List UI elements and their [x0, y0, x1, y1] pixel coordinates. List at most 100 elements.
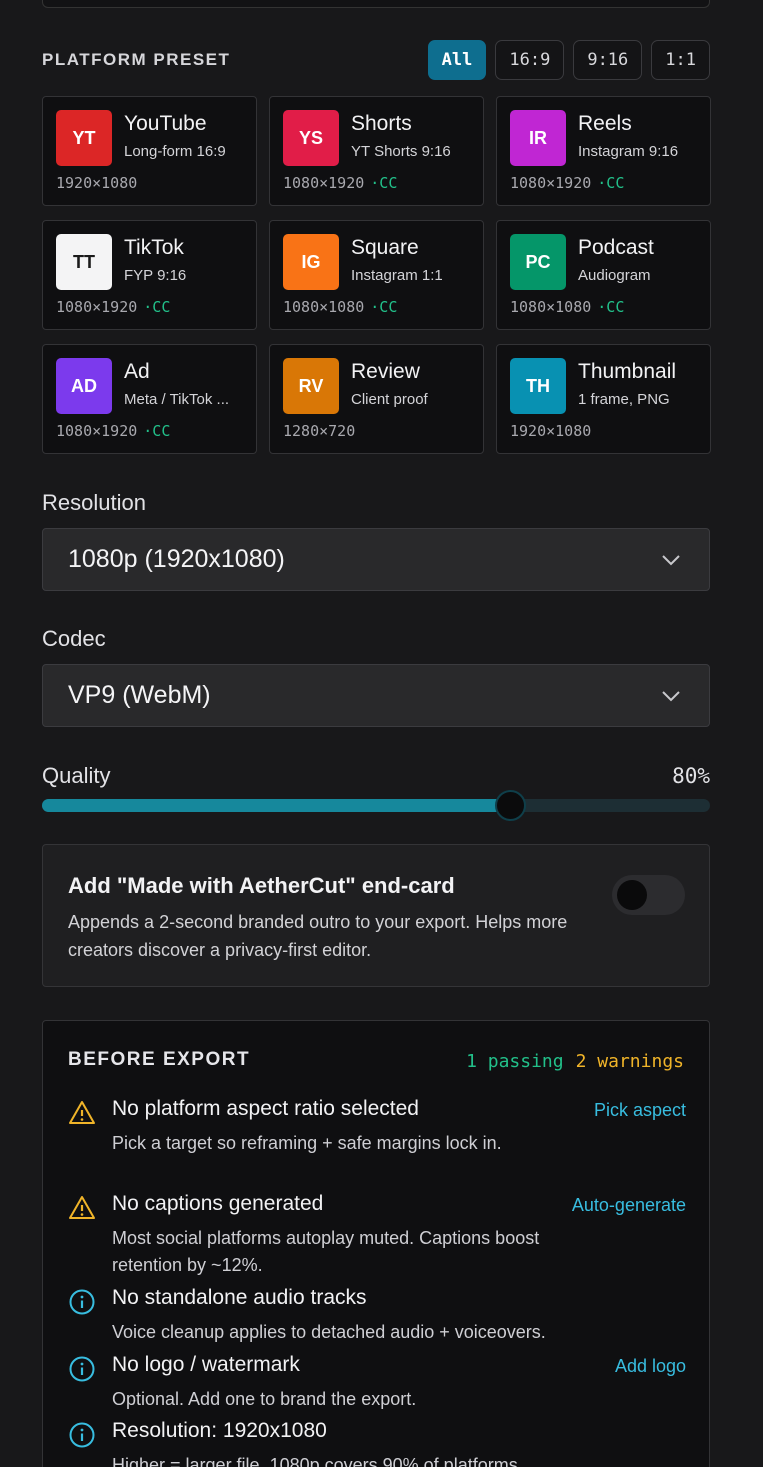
- preset-resolution: 1080×1080 ·CC: [283, 298, 397, 316]
- preset-title: Reels: [578, 112, 632, 135]
- preset-resolution: 1080×1920 ·CC: [56, 298, 170, 316]
- preset-subtitle: Instagram 1:1: [351, 267, 443, 284]
- auto-generate-link[interactable]: Auto-generate: [572, 1195, 686, 1216]
- platform-preset-title: PLATFORM PRESET: [42, 50, 231, 69]
- preset-badge: YT: [56, 110, 112, 166]
- preset-badge: IR: [510, 110, 566, 166]
- preset-resolution: 1080×1080 ·CC: [510, 298, 624, 316]
- preset-title: Review: [351, 360, 420, 383]
- check-title: No standalone audio tracks: [112, 1286, 367, 1309]
- check-title: No platform aspect ratio selected: [112, 1097, 419, 1120]
- endcard-description: Appends a 2-second branded outro to your…: [68, 912, 568, 960]
- preset-subtitle: Client proof: [351, 391, 428, 408]
- preset-card-podcast[interactable]: PC Podcast Audiogram 1080×1080 ·CC: [496, 220, 711, 330]
- preset-badge: RV: [283, 358, 339, 414]
- captions-tag: ·CC: [597, 298, 625, 316]
- add-logo-link[interactable]: Add logo: [615, 1356, 686, 1377]
- preset-title: Shorts: [351, 112, 412, 135]
- preset-resolution: 1280×720: [283, 422, 361, 440]
- preset-subtitle: Meta / TikTok ...: [124, 391, 230, 408]
- preset-title: YouTube: [124, 112, 207, 135]
- endcard-option: Add "Made with AetherCut" end-card Appen…: [42, 844, 710, 987]
- preset-card-shorts[interactable]: YS Shorts YT Shorts 9:16 1080×1920 ·CC: [269, 96, 484, 206]
- preset-badge: TT: [56, 234, 112, 290]
- preset-badge: YS: [283, 110, 339, 166]
- passing-count: 1 passing: [466, 1051, 564, 1072]
- info-icon: [69, 1289, 95, 1315]
- before-export-title: BEFORE EXPORT: [68, 1049, 251, 1070]
- captions-tag: ·CC: [370, 174, 398, 192]
- preset-res-value: 1080×1920: [510, 174, 592, 192]
- chevron-down-icon: [662, 554, 680, 565]
- filter-9-16[interactable]: 9:16: [573, 40, 643, 80]
- preset-card-review[interactable]: RV Review Client proof 1280×720: [269, 344, 484, 454]
- check-title: Resolution: 1920x1080: [112, 1419, 327, 1442]
- preset-res-value: 1280×720: [283, 422, 356, 440]
- warnings-count: 2 warnings: [575, 1051, 684, 1072]
- quality-label: Quality: [42, 763, 111, 788]
- preset-res-value: 1920×1080: [510, 422, 592, 440]
- preset-res-value: 1080×1920: [56, 422, 138, 440]
- platform-preset-header: PLATFORM PRESET All 16:9 9:16 1:1: [42, 40, 710, 80]
- codec-label: Codec: [42, 626, 106, 651]
- preset-resolution: 1080×1920 ·CC: [510, 174, 624, 192]
- preset-subtitle: FYP 9:16: [124, 267, 187, 284]
- pick-aspect-link[interactable]: Pick aspect: [594, 1100, 686, 1121]
- preset-subtitle: Instagram 9:16: [578, 143, 679, 160]
- checks-summary: 1 passing 2 warnings: [466, 1051, 684, 1072]
- preset-title: Podcast: [578, 236, 654, 259]
- preset-res-value: 1080×1080: [283, 298, 365, 316]
- preset-subtitle: Audiogram: [578, 267, 651, 284]
- endcard-toggle[interactable]: [612, 875, 685, 915]
- endcard-title: Add "Made with AetherCut" end-card: [68, 873, 455, 898]
- preset-resolution: 1080×1920 ·CC: [56, 422, 170, 440]
- preset-card-ad[interactable]: AD Ad Meta / TikTok ... 1080×1920 ·CC: [42, 344, 257, 454]
- resolution-select[interactable]: 1080p (1920x1080): [42, 528, 710, 591]
- preset-card-tiktok[interactable]: TT TikTok FYP 9:16 1080×1920 ·CC: [42, 220, 257, 330]
- filter-all[interactable]: All: [427, 40, 487, 80]
- preset-badge: TH: [510, 358, 566, 414]
- before-export-panel: BEFORE EXPORT 1 passing 2 warnings No pla…: [42, 1020, 710, 1467]
- aspect-filter-group: All 16:9 9:16 1:1: [427, 40, 710, 80]
- check-description: Pick a target so reframing + safe margin…: [112, 1133, 502, 1153]
- quality-slider-thumb[interactable]: [494, 790, 526, 821]
- captions-tag: ·CC: [143, 298, 171, 316]
- preset-grid: YT YouTube Long-form 16:9 1920×1080 YS S…: [42, 96, 711, 454]
- preset-resolution: 1920×1080: [56, 174, 143, 192]
- codec-select[interactable]: VP9 (WebM): [42, 664, 710, 727]
- preset-badge: PC: [510, 234, 566, 290]
- preset-card-youtube[interactable]: YT YouTube Long-form 16:9 1920×1080: [42, 96, 257, 206]
- preset-res-value: 1080×1080: [510, 298, 592, 316]
- toggle-knob: [617, 880, 647, 910]
- quality-row: Quality 80%: [42, 761, 710, 791]
- preset-subtitle: YT Shorts 9:16: [351, 143, 451, 160]
- preset-resolution: 1080×1920 ·CC: [283, 174, 397, 192]
- preset-subtitle: Long-form 16:9: [124, 143, 226, 160]
- preset-title: Square: [351, 236, 419, 259]
- preset-card-reels[interactable]: IR Reels Instagram 9:16 1080×1920 ·CC: [496, 96, 711, 206]
- preset-card-thumbnail[interactable]: TH Thumbnail 1 frame, PNG 1920×1080: [496, 344, 711, 454]
- filter-16-9[interactable]: 16:9: [495, 40, 565, 80]
- check-description: Voice cleanup applies to detached audio …: [112, 1322, 546, 1342]
- resolution-label: Resolution: [42, 490, 146, 515]
- quality-slider-fill: [42, 799, 510, 812]
- chevron-down-icon: [662, 690, 680, 701]
- quality-value: 80%: [672, 764, 710, 788]
- filter-1-1[interactable]: 1:1: [651, 40, 710, 80]
- preset-card-square[interactable]: IG Square Instagram 1:1 1080×1080 ·CC: [269, 220, 484, 330]
- preset-title: TikTok: [124, 236, 184, 259]
- warning-icon: [69, 1101, 95, 1124]
- preset-title: Ad: [124, 360, 150, 383]
- captions-tag: ·CC: [370, 298, 398, 316]
- check-description: Optional. Add one to brand the export.: [112, 1389, 417, 1409]
- captions-tag: ·CC: [597, 174, 625, 192]
- preset-badge: AD: [56, 358, 112, 414]
- preset-resolution: 1920×1080: [510, 422, 597, 440]
- quality-slider[interactable]: [42, 790, 710, 821]
- info-icon: [69, 1422, 95, 1448]
- codec-value: VP9 (WebM): [68, 681, 211, 709]
- preset-badge: IG: [283, 234, 339, 290]
- preset-res-value: 1080×1920: [283, 174, 365, 192]
- preset-subtitle: 1 frame, PNG: [578, 391, 670, 408]
- previous-panel-edge: [42, 0, 710, 8]
